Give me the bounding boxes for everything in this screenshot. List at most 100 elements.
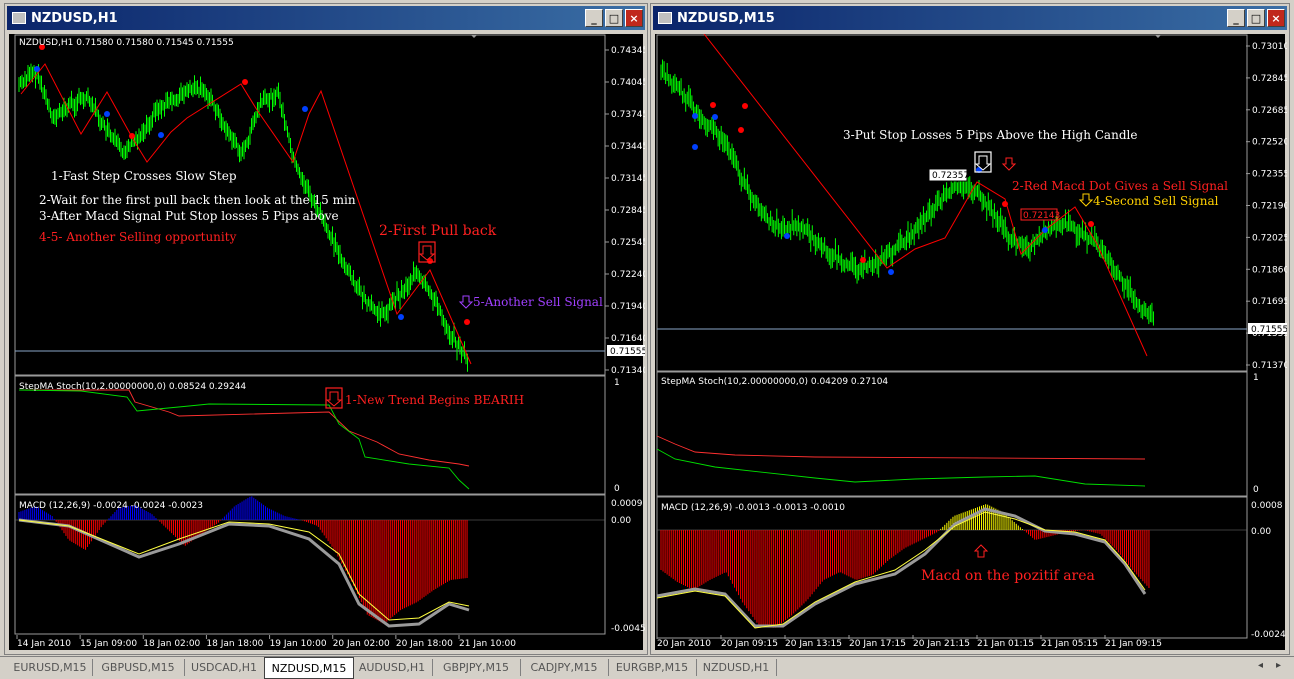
chart-scroll-marker (1155, 35, 1161, 38)
stoch-header: StepMA Stoch(10,2.00000000,0) 0.04209 0.… (661, 377, 888, 387)
note-stop-loss: 3-After Macd Signal Put Stop losses 5 Pi… (39, 209, 339, 223)
window-titlebar[interactable]: NZDUSD,H1 _ □ × (7, 6, 645, 30)
stoch-tick-top: 1 (1253, 373, 1259, 383)
note-red-macd-dot: 2-Red Macd Dot Gives a Sell Signal (1012, 179, 1228, 193)
tab-nzdusd-m15[interactable]: NZDUSD,M15 (264, 657, 354, 679)
price-tick-label: 0.73145 (611, 174, 645, 184)
step-line-path (703, 34, 1148, 357)
signal-dot (1002, 201, 1008, 207)
window-title: NZDUSD,M15 (677, 10, 775, 26)
price-tick-label: 0.72545 (611, 238, 645, 248)
signal-dot (158, 132, 164, 138)
tab-scroll-left-icon[interactable]: ◂ (1258, 660, 1263, 671)
time-tick-label: 20 Jan 2010 (657, 639, 711, 649)
minimize-icon[interactable]: _ (1227, 9, 1245, 27)
signal-dot (242, 79, 248, 85)
macd-tick-zero: 0.00 (611, 516, 631, 526)
arrow-up-icon (973, 544, 989, 558)
stoch-header: StepMA Stoch(10,2.00000000,0) 0.08524 0.… (19, 382, 246, 392)
stoch-tick-bottom: 0 (1253, 485, 1259, 495)
step-line (703, 34, 1148, 357)
price-tick-label: 0.73010 (1252, 42, 1287, 52)
window-icon (658, 12, 672, 24)
signal-dot (398, 314, 404, 320)
signal-dots (34, 44, 470, 325)
signal-dot (888, 269, 894, 275)
macd-pane (14, 494, 606, 635)
tab-nzdusd-h1[interactable]: NZDUSD,H1 (696, 659, 777, 676)
tab-gbpjpy-m15[interactable]: GBPJPY,M15 (432, 659, 521, 676)
price-tick-label: 0.72845 (1252, 74, 1287, 84)
signal-dot (710, 102, 716, 108)
arrow-down-icon (418, 241, 436, 263)
time-tick-label: 20 Jan 18:00 (396, 639, 453, 649)
note-stop-loss-high: 3-Put Stop Losses 5 Pips Above the High … (843, 128, 1137, 142)
tab-gbpusd-m15[interactable]: GBPUSD,M15 (92, 659, 185, 676)
time-tick-label: 20 Jan 13:15 (785, 639, 842, 649)
price-tick-label: 0.72520 (1252, 138, 1287, 148)
time-tick-label: 21 Jan 05:15 (1041, 639, 1098, 649)
window-icon (12, 12, 26, 24)
macd-header: MACD (12,26,9) -0.0013 -0.0013 -0.0010 (661, 503, 845, 513)
time-tick-label: 21 Jan 10:00 (459, 639, 516, 649)
note-sell-signal-5: 5-Another Sell Signal (473, 295, 603, 309)
tab-scroll-right-icon[interactable]: ▸ (1276, 660, 1281, 671)
note-first-pullback: 2-First Pull back (379, 223, 497, 239)
signal-dot (129, 133, 135, 139)
macd-header: MACD (12,26,9) -0.0024 -0.0024 -0.0023 (19, 501, 203, 511)
price-axis: 0.73010 0.72845 0.72685 0.72520 0.72355 0.721… (1246, 42, 1287, 371)
price-tick-label: 0.72685 (1252, 106, 1287, 116)
chart-area-right[interactable]: StepMA Stoch(10,2.00000000,0) 0.04209 0.… (655, 34, 1287, 650)
price-tick-label: 0.74345 (611, 46, 645, 56)
signal-dot (692, 113, 698, 119)
price-tick-label: 0.72190 (1252, 202, 1287, 212)
macd-tick-bottom: -0.0024 (1251, 630, 1286, 640)
time-tick-label: 21 Jan 09:15 (1105, 639, 1162, 649)
window-titlebar[interactable]: NZDUSD,M15 _ □ × (653, 6, 1287, 30)
tab-cadjpy-m15[interactable]: CADJPY,M15 (520, 659, 609, 676)
signal-dot (692, 144, 698, 150)
note-wait-pullback: 2-Wait for the first pull back then look… (39, 193, 356, 207)
price-tick-label: 0.72845 (611, 206, 645, 216)
price-tick-label: 0.71860 (1252, 265, 1287, 275)
maximize-icon[interactable]: □ (1247, 9, 1265, 27)
close-icon[interactable]: × (1267, 9, 1285, 27)
signal-dot (712, 114, 718, 120)
signal-dot (742, 103, 748, 109)
tab-eurusd-m15[interactable]: EURUSD,M15 (8, 659, 93, 676)
price-tick-label: 0.74045 (611, 78, 645, 88)
symbol-tab-bar: EURUSD,M15 GBPUSD,M15 USDCAD,H1 NZDUSD,M… (0, 656, 1294, 679)
signal-dot (784, 233, 790, 239)
maximize-icon[interactable]: □ (605, 9, 623, 27)
price-tick-label: 0.72240 (611, 270, 645, 280)
tab-audusd-h1[interactable]: AUDUSD,H1 (352, 659, 433, 676)
note-macd-positive: Macd on the pozitif area (921, 568, 1095, 584)
time-tick-label: 18 Jan 02:00 (143, 639, 200, 649)
chart-area-left[interactable]: NZDUSD,H1 0.71580 0.71580 0.71545 0.7155… (9, 34, 645, 650)
arrow-down-icon (1078, 193, 1094, 207)
time-tick-label: 21 Jan 01:15 (977, 639, 1034, 649)
price-tick-label: 0.71370 (1252, 361, 1287, 371)
stoch-tick-top: 1 (614, 378, 620, 388)
time-tick-label: 18 Jan 18:00 (206, 639, 263, 649)
price-axis: 0.74345 0.74045 0.73745 0.73445 0.73145 0.728… (605, 46, 645, 376)
tab-usdcad-h1[interactable]: USDCAD,H1 (184, 659, 265, 676)
macd-signal-shadow (18, 518, 470, 628)
macd-histogram (656, 504, 1150, 629)
close-icon[interactable]: × (625, 9, 643, 27)
price-box-high-label: 0.72357 (932, 171, 969, 181)
price-tick-label: 0.72025 (1252, 233, 1287, 243)
time-axis: 20 Jan 2010 20 Jan 09:15 20 Jan 13:15 20 Ja… (656, 635, 1162, 649)
minimize-icon[interactable]: _ (585, 9, 603, 27)
price-tick-label: 0.73445 (611, 142, 645, 152)
price-box-low-label: 0.72143 (1023, 211, 1060, 221)
note-another-selling: 4-5- Another Selling opportunity (39, 230, 237, 244)
tab-eurgbp-m15[interactable]: EURGBP,M15 (608, 659, 697, 676)
macd-tick-top: 0.0009 (611, 499, 643, 509)
stoch-lines (656, 435, 1146, 487)
chart-window-left[interactable]: NZDUSD,H1 _ □ × NZDUSD,H1 0.71580 0.7158… (4, 3, 648, 655)
price-tick-label: 0.71340 (611, 366, 645, 376)
time-axis: 14 Jan 2010 15 Jan 09:00 18 Jan 02:00 18 Ja… (16, 635, 516, 649)
signal-dot (860, 257, 866, 263)
chart-window-right[interactable]: NZDUSD,M15 _ □ × StepMA Stoch(10,2.00000… (650, 3, 1290, 655)
